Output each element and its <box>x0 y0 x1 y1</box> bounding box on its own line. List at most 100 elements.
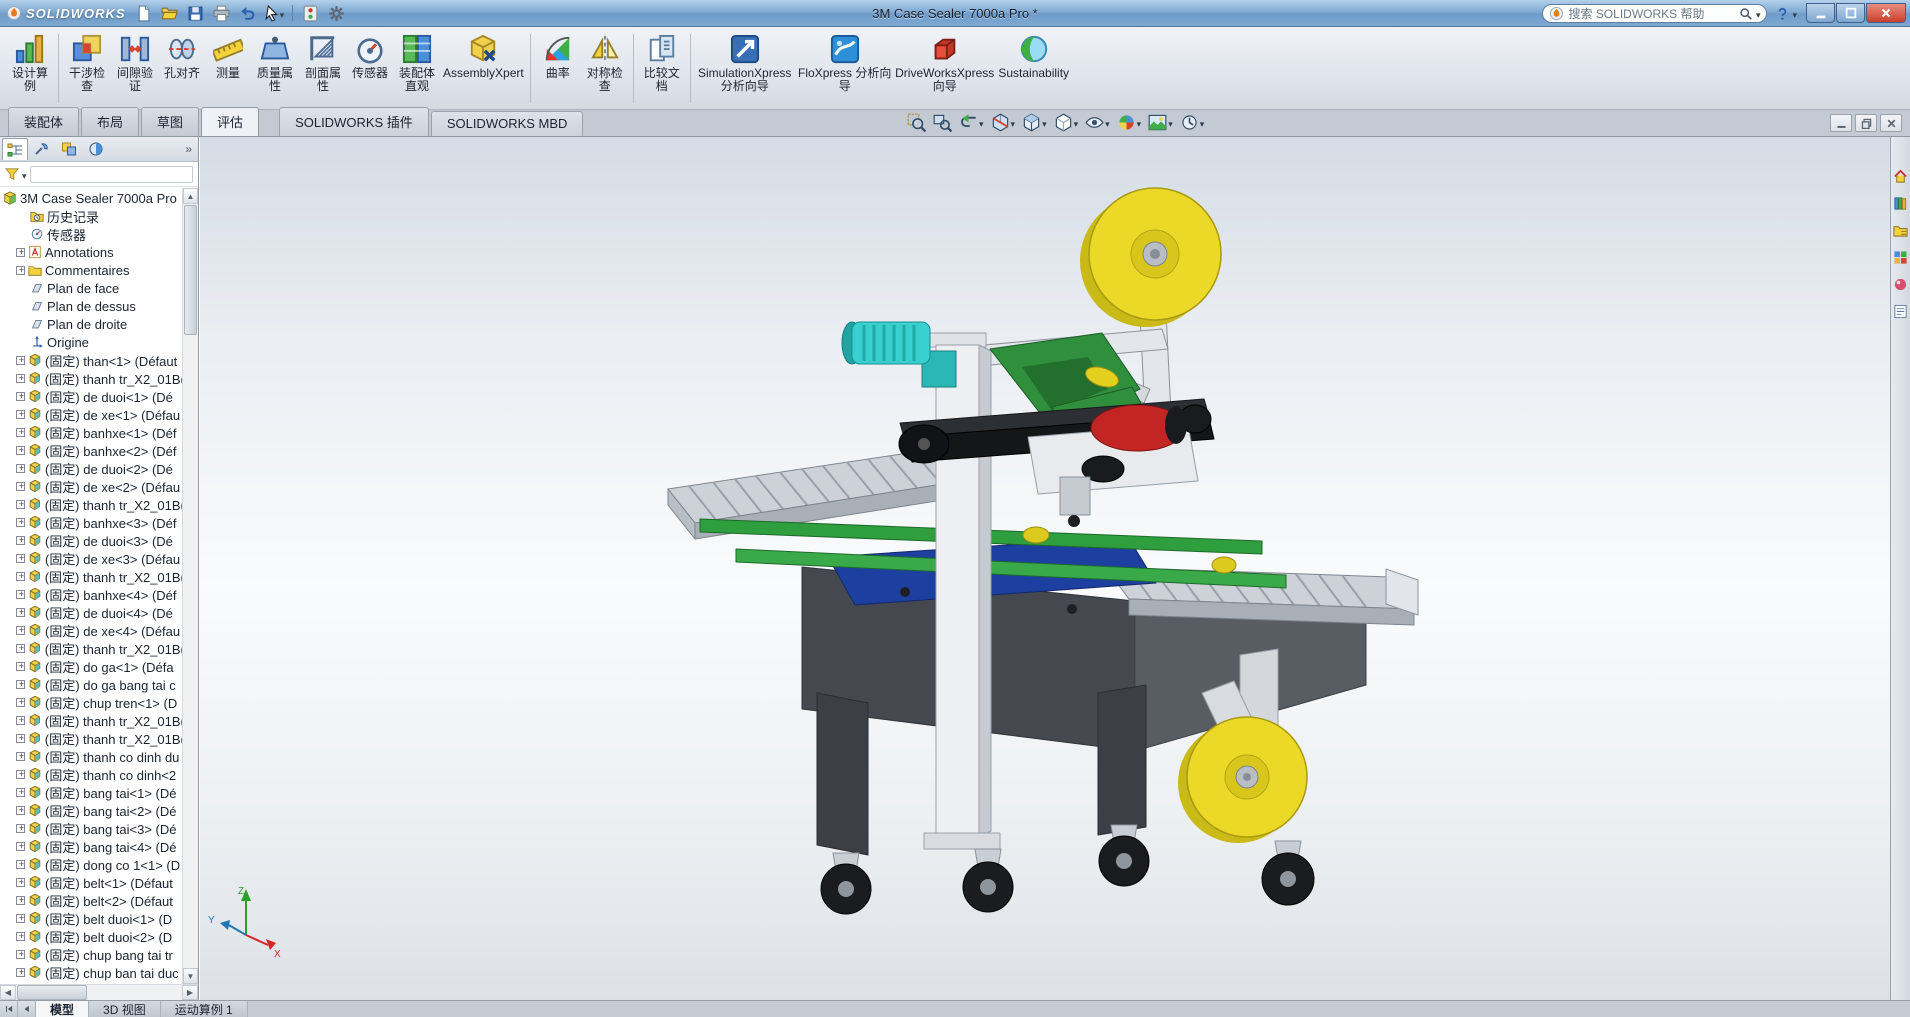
expand-plus-icon[interactable] <box>16 733 26 743</box>
hide-show-button[interactable] <box>1083 112 1112 133</box>
tree-item-28[interactable]: (固定) thanh tr_X2_01B( <box>0 711 182 729</box>
expand-plus-icon[interactable] <box>16 445 26 455</box>
expand-plus-icon[interactable] <box>16 535 26 545</box>
tree-item-19[interactable]: (固定) de xe<3> (Défau <box>0 549 182 567</box>
view-orientation-button[interactable] <box>1020 112 1049 133</box>
filter-icon[interactable] <box>5 167 19 181</box>
scroll-right-icon[interactable]: ▶ <box>182 985 198 1000</box>
tab-first-button[interactable] <box>0 1001 18 1017</box>
document-tab-2[interactable]: 运动算例 1 <box>160 1001 248 1017</box>
tree-item-0[interactable]: 历史记录 <box>0 207 182 225</box>
tree-item-12[interactable]: (固定) banhxe<1> (Déf <box>0 423 182 441</box>
manager-tab-configurationmanager[interactable] <box>56 138 82 160</box>
tree-item-10[interactable]: (固定) de duoi<1> (Dé <box>0 387 182 405</box>
expand-plus-icon[interactable] <box>16 643 26 653</box>
zoom-fit-button[interactable] <box>905 112 928 133</box>
tree-item-9[interactable]: (固定) thanh tr_X2_01B( <box>0 369 182 387</box>
tree-item-17[interactable]: (固定) banhxe<3> (Déf <box>0 513 182 531</box>
tree-item-23[interactable]: (固定) de xe<4> (Défau <box>0 621 182 639</box>
tree-item-20[interactable]: (固定) thanh tr_X2_01B( <box>0 567 182 585</box>
tree-item-40[interactable]: (固定) belt duoi<2> (D <box>0 927 182 945</box>
command-tab-0[interactable]: 装配体 <box>8 107 80 136</box>
taskpane-resources-home-button[interactable] <box>1892 167 1910 185</box>
tree-item-13[interactable]: (固定) banhxe<2> (Déf <box>0 441 182 459</box>
tree-item-42[interactable]: (固定) chup ban tai duc <box>0 963 182 981</box>
expand-plus-icon[interactable] <box>16 697 26 707</box>
command-tab-1[interactable]: 布局 <box>81 107 140 136</box>
tree-item-37[interactable]: (固定) belt<1> (Défaut <box>0 873 182 891</box>
ribbon-button-simulationxpress[interactable]: SimulationXpress 分析向导 <box>695 30 795 107</box>
tree-item-34[interactable]: (固定) bang tai<3> (Dé <box>0 819 182 837</box>
tree-item-18[interactable]: (固定) de duoi<3> (Dé <box>0 531 182 549</box>
manager-tab-displaymanager[interactable] <box>83 138 109 160</box>
addin-tab-1[interactable]: SOLIDWORKS MBD <box>430 111 584 136</box>
ribbon-button-sustainability[interactable]: Sustainability <box>995 30 1073 107</box>
tree-item-6[interactable]: Plan de droite <box>0 315 182 333</box>
graphics-viewport[interactable]: Z X Y <box>200 137 1890 1000</box>
expand-plus-icon[interactable] <box>16 481 26 491</box>
new-doc-button[interactable] <box>132 2 156 25</box>
tree-item-2[interactable]: Annotations <box>0 243 182 261</box>
drive-motor[interactable] <box>841 321 957 388</box>
manager-tabs-overflow[interactable]: » <box>185 142 196 156</box>
search-icon[interactable] <box>1739 7 1752 20</box>
tape-reel-top[interactable] <box>1080 187 1222 327</box>
taskpane-file-explorer-button[interactable] <box>1892 221 1910 239</box>
expand-plus-icon[interactable] <box>16 499 26 509</box>
command-tab-3[interactable]: 评估 <box>201 107 260 136</box>
expand-plus-icon[interactable] <box>16 409 26 419</box>
filter-input[interactable] <box>29 165 193 183</box>
rebuild-button[interactable] <box>299 2 323 25</box>
ribbon-button-curvature[interactable]: 曲率 <box>535 30 581 107</box>
open-button[interactable] <box>158 2 182 25</box>
tree-item-24[interactable]: (固定) thanh tr_X2_01B( <box>0 639 182 657</box>
edit-appearance-button[interactable] <box>1115 112 1144 133</box>
previous-view-button[interactable] <box>957 112 986 133</box>
search-options-caret-icon[interactable] <box>1756 6 1761 21</box>
print-button[interactable] <box>210 2 234 25</box>
tree-item-33[interactable]: (固定) bang tai<2> (Dé <box>0 801 182 819</box>
expand-plus-icon[interactable] <box>16 625 26 635</box>
scroll-down-icon[interactable]: ▼ <box>183 968 198 984</box>
tab-prev-button[interactable] <box>18 1001 36 1017</box>
scroll-left-icon[interactable]: ◀ <box>0 985 16 1000</box>
ribbon-button-study[interactable]: 设计算例 <box>6 30 54 107</box>
zoom-area-button[interactable] <box>931 112 954 133</box>
tree-horizontal-scrollbar[interactable]: ◀ ▶ <box>0 984 198 1000</box>
taskpane-custom-properties-button[interactable] <box>1892 302 1910 320</box>
expand-plus-icon[interactable] <box>16 841 26 851</box>
taskpane-view-palette-button[interactable] <box>1892 248 1910 266</box>
addin-tab-0[interactable]: SOLIDWORKS 插件 <box>279 107 429 136</box>
display-style-button[interactable] <box>1052 112 1081 133</box>
tree-item-35[interactable]: (固定) bang tai<4> (Dé <box>0 837 182 855</box>
tree-item-26[interactable]: (固定) do ga bang tai c <box>0 675 182 693</box>
expand-plus-icon[interactable] <box>16 607 26 617</box>
taskpane-design-library-button[interactable] <box>1892 194 1910 212</box>
command-tab-2[interactable]: 草图 <box>141 107 200 136</box>
expand-plus-icon[interactable] <box>16 265 26 275</box>
expand-plus-icon[interactable] <box>16 967 26 977</box>
search-box[interactable]: 搜索 SOLIDWORKS 帮助 <box>1542 3 1768 23</box>
expand-plus-icon[interactable] <box>16 679 26 689</box>
ribbon-button-floxpress[interactable]: FloXpress 分析向导 <box>795 30 895 107</box>
doc-min-button[interactable] <box>1830 114 1852 132</box>
expand-plus-icon[interactable] <box>16 715 26 725</box>
expand-plus-icon[interactable] <box>16 787 26 797</box>
expand-plus-icon[interactable] <box>16 427 26 437</box>
tree-item-29[interactable]: (固定) thanh tr_X2_01B( <box>0 729 182 747</box>
ribbon-button-assembly-xpert[interactable]: AssemblyXpert <box>441 30 526 107</box>
expand-plus-icon[interactable] <box>16 661 26 671</box>
ribbon-button-interference[interactable]: 干涉检查 <box>63 30 111 107</box>
tree-item-7[interactable]: Origine <box>0 333 182 351</box>
taskpane-appearances-button[interactable] <box>1892 275 1910 293</box>
expand-plus-icon[interactable] <box>16 517 26 527</box>
expand-plus-icon[interactable] <box>16 247 26 257</box>
scene-button[interactable] <box>1146 112 1175 133</box>
expand-plus-icon[interactable] <box>16 931 26 941</box>
undo-button[interactable] <box>236 2 260 25</box>
expand-plus-icon[interactable] <box>16 769 26 779</box>
window-minimize-button[interactable] <box>1806 3 1835 23</box>
ribbon-button-symmetry[interactable]: 对称检查 <box>581 30 629 107</box>
tree-item-22[interactable]: (固定) de duoi<4> (Dé <box>0 603 182 621</box>
tree-item-39[interactable]: (固定) belt duoi<1> (D <box>0 909 182 927</box>
